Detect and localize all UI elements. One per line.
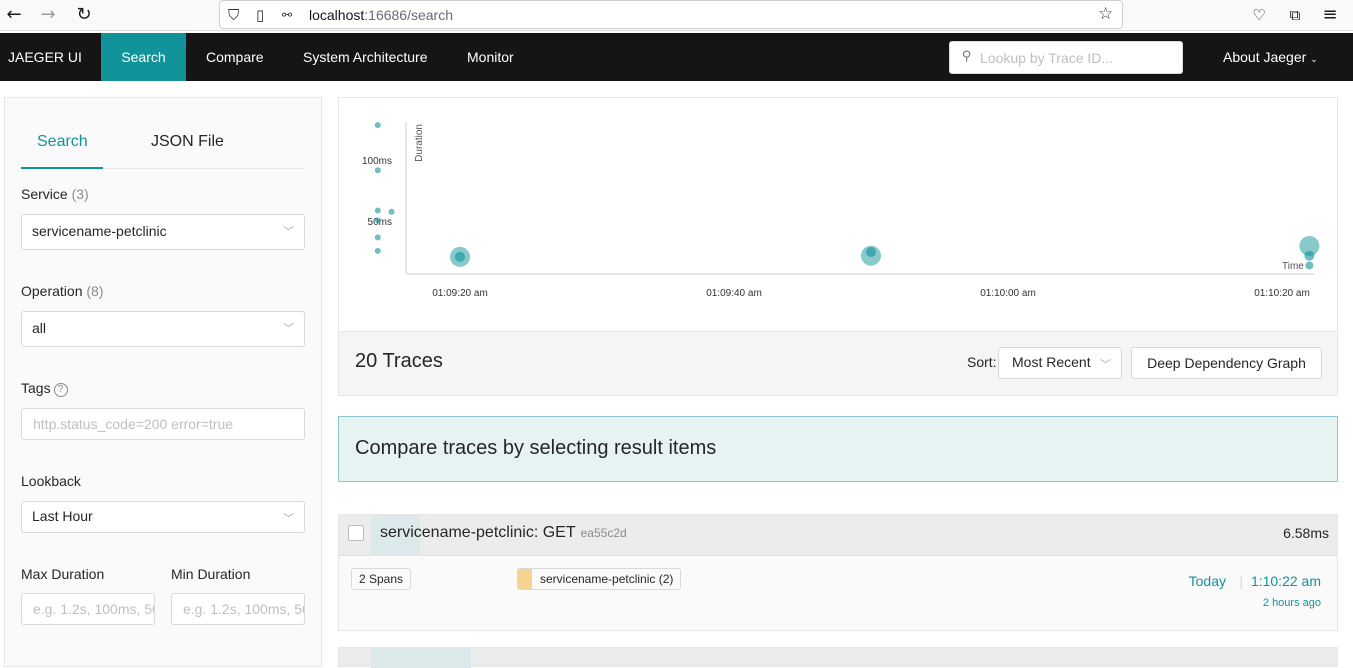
chevron-down-icon: ﹀ <box>1100 358 1111 371</box>
lookback-label: Lookback <box>21 473 81 489</box>
service-label: Service (3) <box>21 186 89 202</box>
traces-scatter-chart: Duration Time 100ms 50ms 01:09:20 am 01:… <box>338 97 1338 331</box>
scatter-plot: Duration Time 100ms 50ms 01:09:20 am 01:… <box>362 122 1320 299</box>
x-tick-2: 01:09:40 am <box>706 288 762 299</box>
trace-date: Today <box>1188 573 1226 589</box>
tab-active-indicator <box>21 167 103 169</box>
nav-system-architecture[interactable]: System Architecture <box>303 33 428 81</box>
tags-input[interactable]: http.status_code=200 error=true <box>21 408 305 440</box>
y-axis-label: Duration <box>414 124 425 162</box>
scatter-point[interactable] <box>374 167 381 174</box>
trace-relative-time: 2 hours ago <box>1262 597 1321 609</box>
chevron-down-icon: ﹀ <box>283 322 294 335</box>
y-tick-100ms: 100ms <box>362 156 392 167</box>
min-duration-label: Min Duration <box>171 566 251 582</box>
reload-icon[interactable]: ↻ <box>72 4 96 26</box>
compare-info-banner: Compare traces by selecting result items <box>338 416 1338 482</box>
tab-json-file[interactable]: JSON File <box>151 133 224 151</box>
bookmark-star-icon[interactable]: ☆ <box>1098 4 1113 24</box>
scatter-point[interactable] <box>374 217 381 224</box>
service-color-swatch <box>518 569 532 589</box>
pocket-icon[interactable]: ♡ <box>1247 4 1271 26</box>
sort-select[interactable]: Most Recent ﹀ <box>998 347 1122 379</box>
operation-label: Operation (8) <box>21 283 104 299</box>
scatter-point[interactable] <box>374 247 381 254</box>
extensions-icon[interactable]: ⧉ <box>1283 4 1307 26</box>
trace-id: ea55c2d <box>580 526 627 540</box>
trace-result-item[interactable] <box>338 647 1338 668</box>
tags-label: Tags? <box>21 380 68 397</box>
chevron-down-icon: ⌄ <box>1310 54 1318 64</box>
shield-icon[interactable]: ⛉ <box>228 6 239 24</box>
max-duration-input[interactable]: e.g. 1.2s, 100ms, 500us <box>21 593 155 625</box>
permissions-icon[interactable]: ⚯ <box>282 8 292 22</box>
page-icon: ▯ <box>256 6 265 24</box>
search-form-panel: Search JSON File Service (3) servicename… <box>4 97 322 667</box>
max-duration-label: Max Duration <box>21 566 105 582</box>
trace-header[interactable]: servicename-petclinic: GET ea55c2d 6.58ms <box>339 515 1337 556</box>
trace-time: 1:10:22 am <box>1250 573 1321 589</box>
browser-toolbar: ← → ↻ ⛉ ▯ ⚯ localhost:16686/search ☆ ♡ ⧉… <box>0 0 1353 31</box>
x-tick-4: 01:10:20 am <box>1254 288 1310 299</box>
trace-title[interactable]: servicename-petclinic: GET ea55c2d <box>380 524 627 542</box>
url-text: localhost:16686/search <box>309 7 453 23</box>
spans-count-tag: 2 Spans <box>351 568 412 590</box>
search-icon: ⚲ <box>962 49 972 64</box>
service-value: servicename-petclinic <box>32 223 167 239</box>
about-label: About Jaeger <box>1223 49 1307 65</box>
top-navigation: JAEGER UI Search Compare System Architec… <box>0 33 1353 81</box>
scatter-point[interactable] <box>374 207 381 214</box>
menu-icon[interactable]: ≡ <box>1318 4 1342 26</box>
forward-icon[interactable]: → <box>36 4 60 26</box>
lookup-placeholder: Lookup by Trace ID... <box>980 50 1114 66</box>
min-duration-input[interactable]: e.g. 1.2s, 100ms, 500us <box>171 593 305 625</box>
service-tag: servicename-petclinic (2) <box>517 568 682 590</box>
service-select[interactable]: servicename-petclinic ﹀ <box>21 214 305 250</box>
scatter-point[interactable] <box>455 251 465 262</box>
lookback-select[interactable]: Last Hour ﹀ <box>21 501 305 533</box>
divider: | <box>1239 573 1243 589</box>
chevron-down-icon: ﹀ <box>283 512 294 525</box>
scatter-point[interactable] <box>866 247 876 258</box>
address-bar[interactable]: ⛉ ▯ ⚯ localhost:16686/search ☆ <box>219 0 1123 29</box>
brand-link[interactable]: JAEGER UI <box>8 33 82 81</box>
chevron-down-icon: ﹀ <box>283 225 294 238</box>
sort-value: Most Recent <box>1012 354 1091 370</box>
help-icon[interactable]: ? <box>53 383 68 397</box>
traces-count: 20 Traces <box>355 350 443 372</box>
lookback-value: Last Hour <box>32 508 93 524</box>
scatter-point[interactable] <box>1305 261 1314 270</box>
back-icon[interactable]: ← <box>2 4 26 26</box>
form-tabs: Search JSON File <box>21 122 305 169</box>
scatter-point[interactable] <box>374 122 381 129</box>
results-header: 20 Traces Sort: Most Recent ﹀ Deep Depen… <box>338 331 1338 396</box>
compare-text: Compare traces by selecting result items <box>355 437 717 459</box>
nav-compare[interactable]: Compare <box>206 33 264 81</box>
scatter-point[interactable] <box>1304 250 1315 261</box>
trace-duration: 6.58ms <box>1283 525 1329 541</box>
sort-label: Sort: <box>967 354 997 370</box>
tab-search[interactable]: Search <box>37 133 88 151</box>
scatter-points <box>374 122 1320 270</box>
trace-duration-bar <box>371 648 471 668</box>
operation-select[interactable]: all ﹀ <box>21 311 305 347</box>
about-jaeger-menu[interactable]: About Jaeger ⌄ <box>1223 33 1318 81</box>
trace-id-lookup-input[interactable]: ⚲ Lookup by Trace ID... <box>949 41 1183 74</box>
x-axis-label: Time <box>1282 261 1304 272</box>
nav-monitor[interactable]: Monitor <box>467 33 514 81</box>
deep-dependency-graph-button[interactable]: Deep Dependency Graph <box>1131 347 1322 379</box>
scatter-point[interactable] <box>374 234 381 241</box>
x-tick-3: 01:10:00 am <box>980 288 1036 299</box>
scatter-point[interactable] <box>388 208 395 215</box>
trace-select-checkbox[interactable] <box>348 525 364 541</box>
x-tick-1: 01:09:20 am <box>432 288 488 299</box>
nav-search[interactable]: Search <box>101 33 186 81</box>
operation-value: all <box>32 320 47 336</box>
trace-result-item[interactable]: servicename-petclinic: GET ea55c2d 6.58ms… <box>338 514 1338 631</box>
